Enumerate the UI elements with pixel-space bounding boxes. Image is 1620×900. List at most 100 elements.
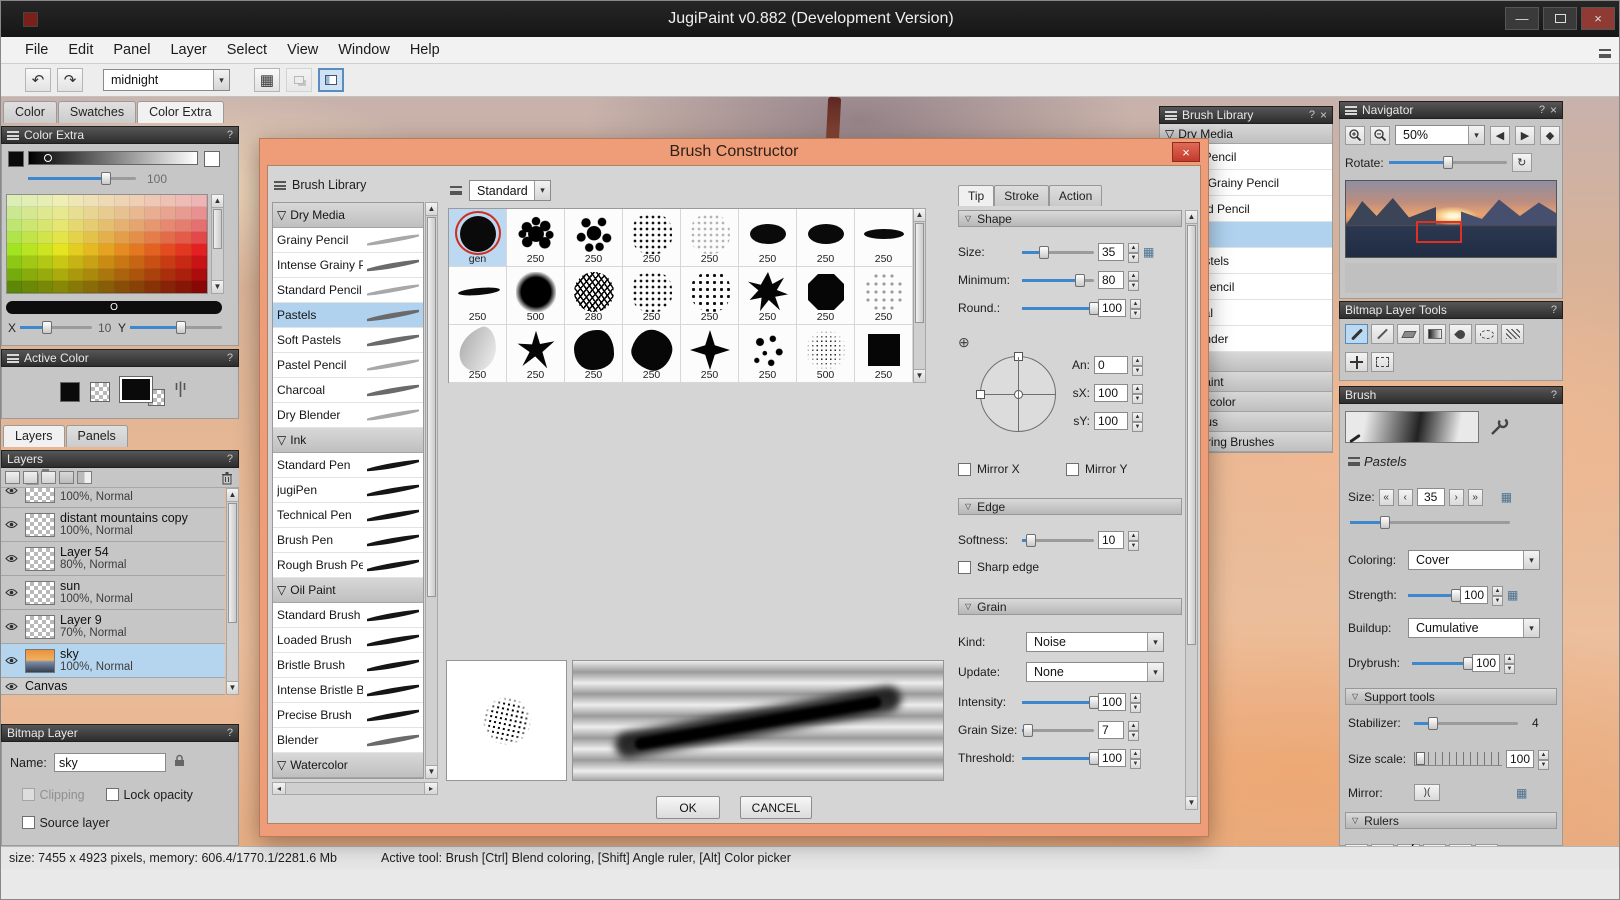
palette-cell[interactable] (130, 281, 145, 293)
library-item-technical-pen[interactable]: Technical Pen (273, 503, 423, 528)
workspace-preset-dropdown[interactable]: midnight▾ (103, 69, 230, 91)
cancel-button[interactable]: CANCEL (740, 796, 812, 819)
palette-cell[interactable] (192, 207, 207, 219)
tip-grid-scrollbar[interactable]: ▲ ▼ (913, 208, 926, 383)
palette-cell[interactable] (84, 244, 99, 256)
palette-cell[interactable] (176, 220, 191, 232)
palette-cell[interactable] (84, 256, 99, 268)
scroll-down-icon[interactable]: ▼ (914, 369, 925, 382)
library-item-intense-bristle-brush[interactable]: Intense Bristle Brush (273, 678, 423, 703)
palette-cell[interactable] (192, 195, 207, 207)
buildup-dropdown[interactable]: Cumulative▾ (1408, 618, 1540, 638)
maximize-button[interactable] (1543, 7, 1577, 30)
palette-cell[interactable] (7, 232, 22, 244)
grid-view-button[interactable]: ▦ (254, 68, 280, 92)
palette-cell[interactable] (38, 256, 53, 268)
palette-cell[interactable] (22, 232, 37, 244)
lock-icon[interactable] (174, 754, 185, 772)
palette-cell[interactable] (69, 269, 84, 281)
palette-cell[interactable] (130, 195, 145, 207)
size-slider[interactable] (1022, 246, 1094, 259)
brush-tip-250-ellipse[interactable]: 250 (797, 209, 855, 267)
pencil-tool[interactable] (1371, 324, 1394, 344)
menu-window[interactable]: Window (328, 39, 400, 61)
round-spinner[interactable]: ▲▼ (1130, 299, 1141, 317)
update-dropdown[interactable]: None▾ (1026, 662, 1164, 682)
ellipse-select-tool[interactable] (1475, 324, 1498, 344)
support-tools-section[interactable]: ▽ Support tools (1345, 688, 1557, 705)
help-icon[interactable]: ? (227, 129, 233, 141)
grain-size-slider[interactable] (1022, 724, 1094, 737)
brush-tip-250-feather[interactable]: 250 (449, 325, 507, 383)
size-presets-icon[interactable]: ▦ (1501, 491, 1512, 503)
palette-cell[interactable] (7, 207, 22, 219)
clipping-checkbox[interactable] (22, 788, 35, 801)
menu-panel[interactable]: Panel (103, 39, 160, 61)
palette-cell[interactable] (99, 256, 114, 268)
settings-scrollbar[interactable]: ▲ ▼ (1185, 210, 1198, 810)
gradient-marker[interactable] (44, 154, 52, 162)
help-icon[interactable]: ? (227, 352, 233, 364)
palette-cell[interactable] (192, 256, 207, 268)
brush-tip-250-star2[interactable]: 250 (507, 325, 565, 383)
palette-cell[interactable] (84, 281, 99, 293)
stabilizer-slider[interactable] (1414, 717, 1518, 730)
mirror-presets-icon[interactable]: ▦ (1516, 787, 1527, 799)
scrollbar-thumb[interactable] (915, 223, 924, 323)
panel-menu-icon[interactable] (7, 131, 19, 140)
library-item-dry-media[interactable]: ▽Dry Media (273, 203, 423, 228)
brush-tip-250-splat2[interactable]: 250 (565, 209, 623, 267)
palette-cell[interactable] (53, 207, 68, 219)
palette-cell[interactable] (22, 244, 37, 256)
palette-cell[interactable] (22, 220, 37, 232)
library-item-grainy-pencil[interactable]: Grainy Pencil (273, 228, 423, 253)
palette-cell[interactable] (130, 220, 145, 232)
threshold-value[interactable]: 100 (1098, 749, 1126, 767)
brush-tip-500-bigdot[interactable]: 500 (507, 267, 565, 325)
scroll-up-icon[interactable]: ▲ (426, 203, 437, 216)
close-button[interactable]: × (1581, 7, 1615, 30)
source-layer-checkbox[interactable] (22, 816, 35, 829)
hue-ring-bar[interactable]: O (6, 301, 222, 314)
size-scale-value[interactable]: 100 (1506, 750, 1534, 768)
grain-size-spinner[interactable]: ▲▼ (1128, 721, 1139, 739)
palette-cell[interactable] (145, 207, 160, 219)
y-slider[interactable] (130, 321, 222, 334)
kind-dropdown[interactable]: Noise▾ (1026, 632, 1164, 652)
layer-row-canvas[interactable]: Canvas (1, 678, 225, 695)
layer-row-layer-9[interactable]: Layer 970%, Normal (1, 610, 225, 644)
threshold-spinner[interactable]: ▲▼ (1130, 749, 1141, 767)
palette-cell[interactable] (38, 244, 53, 256)
palette-cell[interactable] (115, 195, 130, 207)
round-slider[interactable] (1022, 302, 1094, 315)
panel-menu-icon[interactable] (7, 354, 19, 363)
palette-cell[interactable] (130, 232, 145, 244)
bitmap-layer-tools-header[interactable]: Bitmap Layer Tools ? (1339, 301, 1563, 319)
palette-cell[interactable] (22, 256, 37, 268)
scrollbar-thumb[interactable] (228, 503, 237, 623)
mirror-toggle-button[interactable]: )( (1414, 784, 1440, 801)
library-item-rough-brush-pen[interactable]: Rough Brush Pen (273, 553, 423, 578)
palette-cell[interactable] (130, 269, 145, 281)
palette-cell[interactable] (145, 244, 160, 256)
library-item-jugipen[interactable]: jugiPen (273, 478, 423, 503)
fit-view-icon[interactable]: ◆ (1540, 126, 1560, 145)
palette-cell[interactable] (99, 281, 114, 293)
scroll-right-icon[interactable]: ▸ (424, 783, 437, 794)
eye-icon[interactable] (5, 488, 20, 495)
brush-tip-250-tex[interactable]: 250 (623, 209, 681, 267)
round-value[interactable]: 100 (1098, 299, 1126, 317)
library-item-dry-blender[interactable]: Dry Blender (273, 403, 423, 428)
layer-row-distant-mountains-copy[interactable]: distant mountains copy100%, Normal (1, 508, 225, 542)
size-step-back-large-icon[interactable]: « (1379, 489, 1394, 506)
eye-icon[interactable] (5, 554, 20, 563)
scroll-up-icon[interactable]: ▲ (914, 209, 925, 222)
menu-select[interactable]: Select (217, 39, 277, 61)
palette-cell[interactable] (99, 220, 114, 232)
lock-opacity-checkbox[interactable] (106, 788, 119, 801)
move-tool[interactable] (1345, 352, 1368, 372)
palette-cell[interactable] (192, 281, 207, 293)
layer-name-input[interactable]: sky (54, 753, 166, 772)
brush-tip-250-ellipse[interactable]: 250 (739, 209, 797, 267)
library-item-intense-grainy-pencil[interactable]: Intense Grainy Pencil (273, 253, 423, 278)
